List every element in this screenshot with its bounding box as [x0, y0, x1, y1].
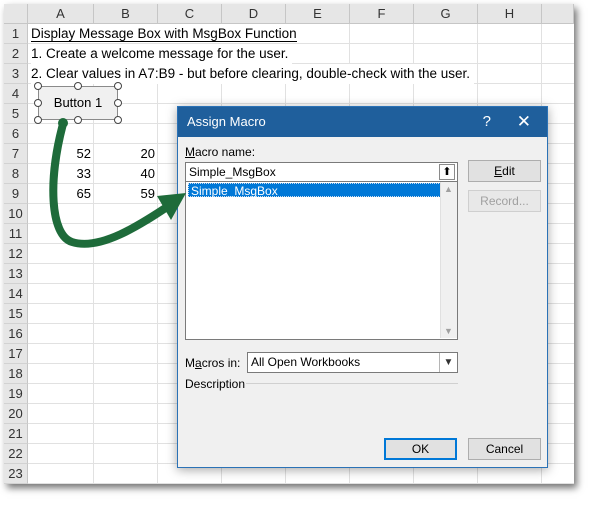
row-header-23[interactable]: 23 [4, 464, 28, 484]
select-all-corner[interactable] [4, 4, 28, 24]
resize-handle[interactable] [34, 99, 42, 107]
arrow-up-icon[interactable]: ⬆ [439, 164, 455, 180]
resize-handle[interactable] [34, 82, 42, 90]
row-header-16[interactable]: 16 [4, 324, 28, 344]
column-header-b[interactable]: B [94, 4, 158, 24]
row-header-9[interactable]: 9 [4, 184, 28, 204]
cancel-button[interactable]: Cancel [468, 438, 541, 460]
column-header-i[interactable] [542, 4, 574, 24]
resize-handle[interactable] [74, 82, 82, 90]
column-header-d[interactable]: D [222, 4, 286, 24]
description-label: Description [185, 377, 246, 391]
cell-a9[interactable]: 65 [51, 184, 91, 204]
cell-a3[interactable]: 2. Clear values in A7:B9 - but before cl… [31, 64, 475, 84]
macros-in-pre: M [185, 356, 195, 370]
row-header-12[interactable]: 12 [4, 244, 28, 264]
row-header-11[interactable]: 11 [4, 224, 28, 244]
resize-handle[interactable] [114, 82, 122, 90]
row-header-1[interactable]: 1 [4, 24, 28, 44]
edit-button[interactable]: Edit [468, 160, 541, 182]
macro-name-label: Macro name: [185, 145, 255, 159]
cell-a7[interactable]: 52 [51, 144, 91, 164]
row-header-22[interactable]: 22 [4, 444, 28, 464]
macro-name-value: Simple_MsgBox [189, 165, 276, 179]
ok-button[interactable]: OK [384, 438, 457, 460]
row-header-4[interactable]: 4 [4, 84, 28, 104]
help-icon[interactable]: ? [483, 107, 491, 137]
dialog-titlebar[interactable]: Assign Macro ? ✕ [178, 107, 547, 137]
column-header-c[interactable]: C [158, 4, 222, 24]
row-header-8[interactable]: 8 [4, 164, 28, 184]
cell-b9[interactable]: 59 [115, 184, 155, 204]
close-icon[interactable]: ✕ [517, 107, 531, 137]
gridline-vertical [157, 24, 158, 484]
macro-list[interactable]: Simple_MsgBox ▲ ▼ [185, 182, 458, 340]
form-button-1[interactable]: Button 1 [38, 86, 118, 120]
macros-in-accel: a [195, 356, 202, 370]
scroll-down-icon[interactable]: ▼ [444, 326, 453, 336]
row-header-20[interactable]: 20 [4, 404, 28, 424]
scroll-up-icon[interactable]: ▲ [444, 184, 453, 194]
resize-handle[interactable] [74, 116, 82, 124]
column-header-g[interactable]: G [414, 4, 478, 24]
row-header-14[interactable]: 14 [4, 284, 28, 304]
row-header-2[interactable]: 2 [4, 44, 28, 64]
row-header-6[interactable]: 6 [4, 124, 28, 144]
list-item[interactable]: Simple_MsgBox [188, 183, 441, 198]
row-header-21[interactable]: 21 [4, 424, 28, 444]
column-header-a[interactable]: A [28, 4, 94, 24]
edit-accel: E [494, 164, 503, 178]
description-separator [246, 383, 458, 384]
resize-handle[interactable] [34, 116, 42, 124]
chevron-down-icon[interactable]: ▼ [439, 353, 457, 372]
macros-in-rest: cros in: [201, 356, 241, 370]
row-header-15[interactable]: 15 [4, 304, 28, 324]
cell-b7[interactable]: 20 [115, 144, 155, 164]
row-header-13[interactable]: 13 [4, 264, 28, 284]
list-scrollbar[interactable]: ▲ ▼ [440, 182, 457, 338]
macro-name-input[interactable]: Simple_MsgBox ⬆ [185, 162, 458, 182]
edit-label-rest: dit [502, 164, 515, 178]
cell-a1[interactable]: Display Message Box with MsgBox Function [31, 24, 347, 43]
resize-handle[interactable] [114, 99, 122, 107]
screenshot-frame: A B C D E F G H 1 2 3 4 5 6 7 8 9 10 11 … [4, 4, 574, 484]
macros-in-value: All Open Workbooks [251, 355, 361, 369]
column-header-e[interactable]: E [286, 4, 350, 24]
cell-b8[interactable]: 40 [115, 164, 155, 184]
macros-in-label: Macros in: [185, 356, 240, 370]
cell-a2[interactable]: 1. Create a welcome message for the user… [31, 44, 293, 64]
row-header-19[interactable]: 19 [4, 384, 28, 404]
record-button[interactable]: Record... [468, 190, 541, 212]
cell-a1-text: Display Message Box with MsgBox Function [31, 26, 297, 42]
macros-in-select[interactable]: All Open Workbooks ▼ [247, 352, 458, 373]
resize-handle[interactable] [114, 116, 122, 124]
row-header-10[interactable]: 10 [4, 204, 28, 224]
row-header-18[interactable]: 18 [4, 364, 28, 384]
row-header-7[interactable]: 7 [4, 144, 28, 164]
row-header-17[interactable]: 17 [4, 344, 28, 364]
row-header-3[interactable]: 3 [4, 64, 28, 84]
row-header-5[interactable]: 5 [4, 104, 28, 124]
cell-a8[interactable]: 33 [51, 164, 91, 184]
assign-macro-dialog: Assign Macro ? ✕ Macro name: Simple_MsgB… [177, 106, 548, 468]
dialog-title: Assign Macro [187, 114, 266, 129]
column-header-h[interactable]: H [478, 4, 542, 24]
macro-name-label-rest: acro name: [195, 145, 256, 159]
gridline-horizontal [28, 483, 574, 484]
column-header-f[interactable]: F [350, 4, 414, 24]
macro-name-accel: M [185, 145, 195, 159]
